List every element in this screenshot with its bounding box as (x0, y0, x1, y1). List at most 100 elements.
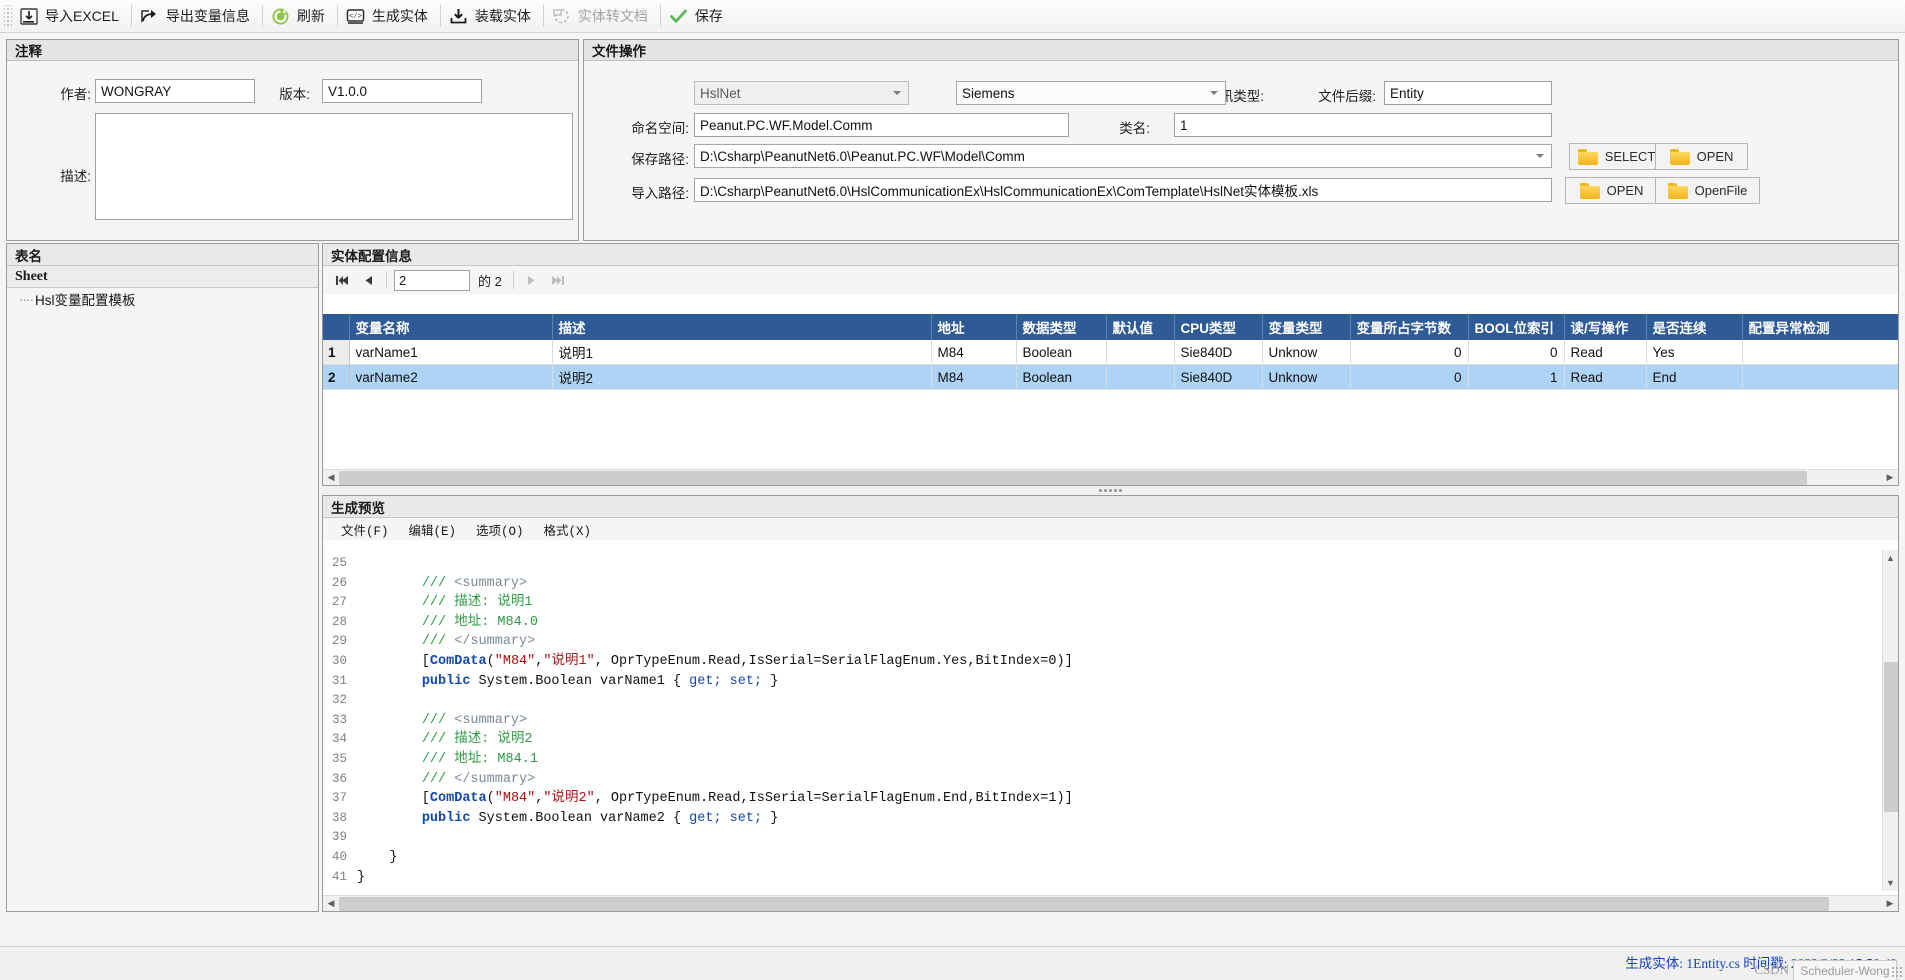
cell-bitindex[interactable]: 0 (1468, 340, 1565, 365)
code-line[interactable]: /// <summary> (357, 574, 1882, 594)
code-line[interactable]: /// </summary> (357, 632, 1882, 652)
menu-file[interactable]: 文件(F) (331, 518, 399, 541)
cell-address[interactable]: M84 (931, 340, 1017, 365)
grid-col-vartype[interactable]: 变量类型 (1262, 314, 1351, 340)
sheet-tree-item[interactable]: ···· Hsl变量配置模板 (7, 288, 318, 310)
toolbar-generate-entity-button[interactable]: </> 生成实体 (341, 3, 437, 30)
code-line[interactable]: /// 描述: 说明1 (357, 593, 1882, 613)
scroll-right-icon[interactable]: ▶ (1882, 896, 1898, 912)
class-name-input[interactable]: 1 (1174, 113, 1552, 137)
cell-address[interactable]: M84 (931, 364, 1017, 390)
code-preview-editor[interactable]: 25 26 27 28 29 30 31 32 33 34 35 36 37 38 39 40 41 /// <… (323, 550, 1882, 891)
cell-cputype[interactable]: Sie840D (1174, 340, 1263, 365)
code-line[interactable] (357, 554, 1882, 574)
import-path-input[interactable]: D:\Csharp\PeanutNet6.0\HslCommunicationE… (694, 178, 1552, 202)
scroll-up-icon[interactable]: ▲ (1883, 550, 1899, 566)
toolbar-grip[interactable] (4, 5, 12, 27)
cell-description[interactable]: 说明2 (552, 364, 932, 390)
code-line[interactable]: [ComData("M84","说明1", OprTypeEnum.Read,I… (357, 652, 1882, 672)
cell-bytecount[interactable]: 0 (1350, 364, 1469, 390)
code-line[interactable]: } (357, 868, 1882, 888)
code-line[interactable] (357, 691, 1882, 711)
code-content[interactable]: /// <summary> /// 描述: 说明1 /// 地址: M84.0 … (357, 550, 1882, 887)
last-record-icon[interactable] (547, 270, 569, 291)
table-row[interactable]: 1 varName1 说明1 M84 Boolean Sie840D Unkno… (323, 340, 1898, 365)
open-import-path-button[interactable]: OPEN (1565, 177, 1658, 204)
grid-col-default[interactable]: 默认值 (1106, 314, 1175, 340)
cell-datatype[interactable]: Boolean (1016, 364, 1107, 390)
entity-data-grid[interactable]: 变量名称 描述 地址 数据类型 默认值 CPU类型 变量类型 变量所占字节数 B… (323, 314, 1898, 466)
code-line[interactable]: public System.Boolean varName2 { get; se… (357, 809, 1882, 829)
toolbar-save-button[interactable]: 保存 (664, 3, 732, 30)
scroll-track[interactable] (1883, 566, 1899, 875)
code-line[interactable]: /// 描述: 说明2 (357, 730, 1882, 750)
toolbar-refresh-button[interactable]: 刷新 (266, 3, 334, 30)
cell-exception[interactable] (1742, 364, 1898, 390)
grid-col-bytecount[interactable]: 变量所占字节数 (1350, 314, 1469, 340)
cell-datatype[interactable]: Boolean (1016, 340, 1107, 365)
row-index[interactable]: 2 (323, 364, 350, 390)
menu-edit[interactable]: 编辑(E) (399, 518, 467, 541)
grid-col-exception[interactable]: 配置异常检测 (1742, 314, 1898, 340)
previous-record-icon[interactable] (357, 270, 379, 291)
open-save-path-button[interactable]: OPEN (1655, 143, 1748, 170)
toolbar-export-variables-button[interactable]: 导出变量信息 (135, 3, 259, 30)
code-line[interactable] (357, 828, 1882, 848)
scroll-down-icon[interactable]: ▼ (1883, 875, 1899, 891)
grid-col-datatype[interactable]: 数据类型 (1016, 314, 1107, 340)
grid-col-varname[interactable]: 变量名称 (349, 314, 553, 340)
code-line[interactable]: /// <summary> (357, 711, 1882, 731)
toolbar-import-excel-button[interactable]: 导入EXCEL (14, 3, 128, 30)
scroll-track[interactable] (339, 470, 1882, 486)
grid-col-rw[interactable]: 读/写操作 (1564, 314, 1647, 340)
cell-rw[interactable]: Read (1564, 340, 1647, 365)
editor-horizontal-scrollbar[interactable]: ◀ ▶ (323, 895, 1898, 911)
toolbar-load-entity-button[interactable]: 装载实体 (444, 3, 540, 30)
scroll-left-icon[interactable]: ◀ (323, 470, 339, 486)
cell-continuous[interactable]: End (1646, 364, 1743, 390)
select-folder-button[interactable]: SELECT (1569, 143, 1664, 170)
description-textarea[interactable] (95, 113, 573, 220)
cell-varname[interactable]: varName1 (349, 340, 553, 365)
cell-exception[interactable] (1742, 340, 1898, 365)
record-number-input[interactable]: 2 (394, 269, 470, 291)
toolbar-entity-to-doc-button[interactable]: 实体转文档 (547, 3, 657, 30)
author-input[interactable]: WONGRAY (95, 79, 255, 103)
cell-continuous[interactable]: Yes (1646, 340, 1743, 365)
grid-col-description[interactable]: 描述 (552, 314, 932, 340)
scroll-left-icon[interactable]: ◀ (323, 896, 339, 912)
code-line[interactable]: /// 地址: M84.0 (357, 613, 1882, 633)
scroll-thumb[interactable] (339, 896, 1829, 911)
comm-type-select[interactable]: HslNet (694, 81, 909, 105)
code-line[interactable]: } (357, 848, 1882, 868)
namespace-input[interactable]: Peanut.PC.WF.Model.Comm (694, 113, 1069, 137)
version-input[interactable]: V1.0.0 (322, 79, 482, 103)
open-file-button[interactable]: OpenFile (1655, 177, 1760, 204)
cell-rw[interactable]: Read (1564, 364, 1647, 390)
cell-default[interactable] (1106, 340, 1175, 365)
scroll-right-icon[interactable]: ▶ (1882, 470, 1898, 486)
grid-col-bitindex[interactable]: BOOL位索引 (1468, 314, 1565, 340)
scroll-track[interactable] (339, 896, 1882, 912)
cell-varname[interactable]: varName2 (349, 364, 553, 390)
grid-col-continuous[interactable]: 是否连续 (1646, 314, 1743, 340)
cell-vartype[interactable]: Unknow (1262, 364, 1351, 390)
cell-cputype[interactable]: Sie840D (1174, 364, 1263, 390)
horizontal-splitter[interactable] (322, 486, 1899, 495)
code-line[interactable]: public System.Boolean varName1 { get; se… (357, 672, 1882, 692)
code-line[interactable]: [ComData("M84","说明2", OprTypeEnum.Read,I… (357, 789, 1882, 809)
grid-corner-header[interactable] (323, 314, 350, 340)
cell-vartype[interactable]: Unknow (1262, 340, 1351, 365)
cell-description[interactable]: 说明1 (552, 340, 932, 365)
menu-format[interactable]: 格式(X) (534, 518, 602, 541)
scroll-thumb[interactable] (339, 470, 1807, 485)
grid-col-cputype[interactable]: CPU类型 (1174, 314, 1263, 340)
cell-bytecount[interactable]: 0 (1350, 340, 1469, 365)
cpu-type-select[interactable]: Siemens (956, 81, 1226, 105)
cell-bitindex[interactable]: 1 (1468, 364, 1565, 390)
editor-vertical-scrollbar[interactable]: ▲ ▼ (1882, 550, 1898, 891)
save-path-input[interactable]: D:\Csharp\PeanutNet6.0\Peanut.PC.WF\Mode… (694, 144, 1552, 168)
resize-grip[interactable] (1891, 966, 1903, 978)
cell-default[interactable] (1106, 364, 1175, 390)
row-index[interactable]: 1 (323, 340, 350, 365)
